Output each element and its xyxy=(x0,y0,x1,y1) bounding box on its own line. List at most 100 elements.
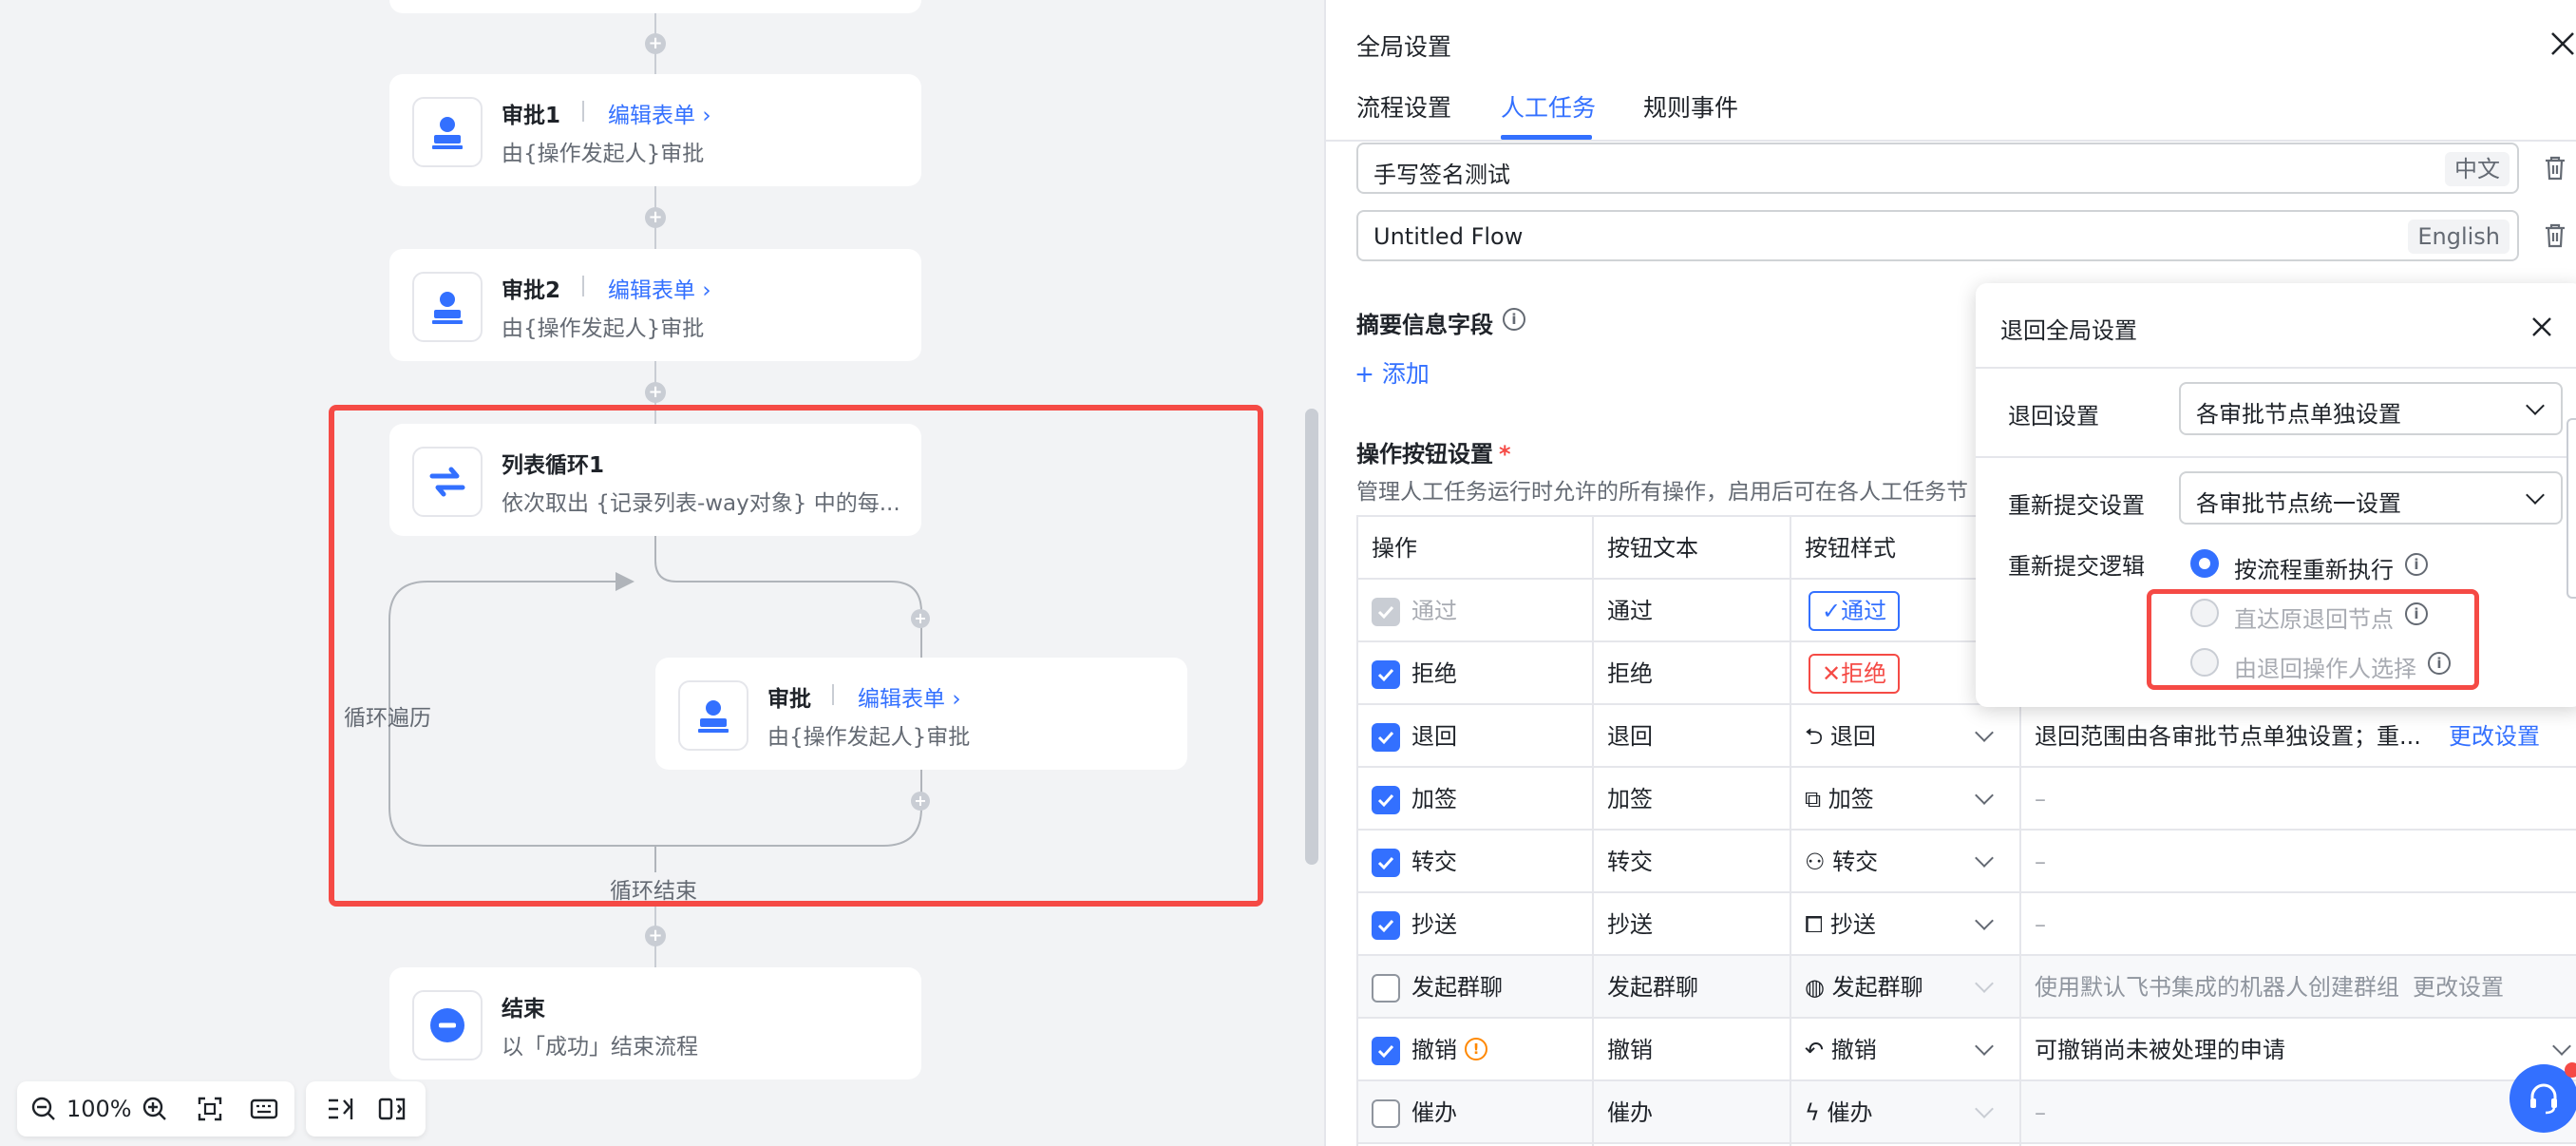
copy-icon: ⧠ xyxy=(1805,911,1824,938)
table-row: 退回 退回 ⮌ 退回 退回范围由各审批节点单独设置；重... 更改设置 xyxy=(1356,705,2576,768)
popover-scrollbar[interactable] xyxy=(2567,418,2576,599)
add-node-icon[interactable]: + xyxy=(645,382,666,403)
divider xyxy=(582,276,584,296)
change-settings-link[interactable]: 更改设置 xyxy=(2449,705,2540,768)
style-reject-tag[interactable]: ✕拒绝 xyxy=(1809,654,1901,694)
lightning-icon: ϟ xyxy=(1805,1099,1820,1126)
btn-text: 发起群聊 xyxy=(1607,974,1698,1001)
node-title: 结束 xyxy=(502,997,545,1022)
node-approval-2[interactable]: 审批2 编辑表单 › 由{操作发起人}审批 xyxy=(389,249,921,361)
tab-human-tasks[interactable]: 人工任务 xyxy=(1501,89,1596,124)
return-setting-select[interactable]: 各审批节点单独设置 xyxy=(2179,382,2563,435)
checkbox xyxy=(1372,598,1400,626)
tabs-divider xyxy=(1326,140,2576,142)
popover-divider xyxy=(1976,367,2576,369)
return-icon: ⮌ xyxy=(1805,723,1824,750)
info-icon[interactable]: i xyxy=(2405,553,2428,576)
zoom-toolbar: 100% xyxy=(17,1081,294,1136)
table-border xyxy=(1356,515,1358,1146)
checkbox[interactable] xyxy=(1372,1099,1400,1128)
node-card-partial[interactable] xyxy=(389,0,921,13)
header-op: 操作 xyxy=(1372,535,1417,562)
op-desc: 使用默认飞书集成的机器人创建群组 xyxy=(2035,974,2399,1001)
popover-title: 退回全局设置 xyxy=(2000,317,2137,344)
transfer-icon: ⚇ xyxy=(1805,849,1826,875)
table-col-line xyxy=(1790,515,1791,1146)
header-text: 按钮文本 xyxy=(1607,535,1698,562)
op-label: 发起群聊 xyxy=(1411,974,1503,1001)
op-label: 拒绝 xyxy=(1411,660,1457,687)
approver-icon xyxy=(412,97,483,167)
minimap-icon[interactable] xyxy=(250,1098,278,1120)
btn-text: 催办 xyxy=(1607,1099,1653,1126)
btn-text: 退回 xyxy=(1607,723,1653,750)
btn-text: 抄送 xyxy=(1607,911,1653,938)
table-row: 发起群聊 发起群聊 ◍ 发起群聊 使用默认飞书集成的机器人创建群组 更改设置 xyxy=(1356,956,2576,1019)
info-icon[interactable]: i xyxy=(1503,308,1525,331)
name-input-zh[interactable]: 手写签名测试 中文 xyxy=(1356,143,2519,194)
tab-process-settings[interactable]: 流程设置 xyxy=(1356,89,1451,124)
panel-title: 全局设置 xyxy=(1356,33,1452,61)
end-icon xyxy=(412,990,483,1060)
node-title: 审批2 xyxy=(502,278,561,303)
zoom-out-icon[interactable] xyxy=(30,1096,57,1122)
canvas-scrollbar[interactable] xyxy=(1305,409,1318,865)
trash-icon[interactable] xyxy=(2544,223,2567,248)
warning-icon[interactable]: ! xyxy=(1465,1038,1487,1060)
style-pass-tag[interactable]: ✓通过 xyxy=(1809,591,1901,631)
checkbox[interactable] xyxy=(1372,974,1400,1003)
header-style: 按钮样式 xyxy=(1805,535,1896,562)
help-button[interactable] xyxy=(2510,1062,2576,1133)
node-end[interactable]: 结束 以「成功」结束流程 xyxy=(389,967,921,1079)
zoom-in-icon[interactable] xyxy=(142,1096,168,1122)
ops-title: 操作按钮设置 * xyxy=(1356,441,1511,468)
checkbox[interactable] xyxy=(1372,849,1400,877)
name-input-en[interactable]: Untitled Flow English xyxy=(1356,210,2519,261)
close-icon[interactable] xyxy=(2549,30,2576,57)
add-button[interactable]: + 添加 xyxy=(1354,355,1430,390)
approver-icon xyxy=(412,272,483,342)
op-label: 退回 xyxy=(1411,723,1457,750)
change-settings-link[interactable]: 更改设置 xyxy=(2413,956,2504,1019)
tab-rule-events[interactable]: 规则事件 xyxy=(1643,89,1738,124)
add-node-icon[interactable]: + xyxy=(645,207,666,228)
option-label: 按流程重新执行 xyxy=(2234,557,2394,583)
btn-text: 转交 xyxy=(1607,849,1653,875)
lang-tag: English xyxy=(2408,220,2510,254)
zoom-level[interactable]: 100% xyxy=(66,1096,132,1122)
table-row: 抄送 抄送 ⧠ 抄送 – xyxy=(1356,893,2576,956)
add-node-icon[interactable]: + xyxy=(645,33,666,54)
checkbox[interactable] xyxy=(1372,723,1400,752)
op-label: 抄送 xyxy=(1411,911,1457,938)
edit-form-link[interactable]: 编辑表单 › xyxy=(608,272,711,304)
layout-icon[interactable] xyxy=(378,1097,407,1121)
close-icon[interactable] xyxy=(2530,315,2553,338)
node-desc: 由{操作发起人}审批 xyxy=(502,142,705,166)
radio-rerun-selected[interactable] xyxy=(2190,549,2219,578)
add-node-icon[interactable]: + xyxy=(645,926,666,946)
return-settings-popover: 退回全局设置 退回设置 各审批节点单独设置 重新提交设置 各审批节点统一设置 重… xyxy=(1976,283,2576,707)
resubmit-setting-select[interactable]: 各审批节点统一设置 xyxy=(2179,471,2563,525)
op-label: 撤销 xyxy=(1411,1037,1457,1063)
node-desc: 由{操作发起人}审批 xyxy=(502,316,705,341)
node-approval-1[interactable]: 审批1 编辑表单 › 由{操作发起人}审批 xyxy=(389,74,921,186)
checkbox[interactable] xyxy=(1372,786,1400,814)
checkbox[interactable] xyxy=(1372,660,1400,689)
node-desc: 以「成功」结束流程 xyxy=(502,1035,698,1060)
op-desc: – xyxy=(2035,786,2046,812)
fit-screen-icon[interactable] xyxy=(197,1096,223,1122)
op-desc: 退回范围由各审批节点单独设置；重... xyxy=(2035,723,2421,750)
checkbox[interactable] xyxy=(1372,1037,1400,1065)
popover-divider xyxy=(1976,456,2576,458)
btn-text: 加签 xyxy=(1607,786,1653,812)
edit-form-link[interactable]: 编辑表单 › xyxy=(608,97,711,129)
flow-canvas[interactable]: + + + + 审批1 编辑表单 › 由{操作发起人}审批 审批2 编辑表单 ›… xyxy=(0,0,1324,1146)
op-label: 转交 xyxy=(1411,849,1457,875)
return-setting-label: 退回设置 xyxy=(2008,403,2099,430)
chevron-down-icon[interactable] xyxy=(2552,1037,2571,1056)
plus-icon: + xyxy=(1354,360,1374,388)
checkbox[interactable] xyxy=(1372,911,1400,940)
trash-icon[interactable] xyxy=(2544,156,2567,181)
op-desc: – xyxy=(2035,1099,2046,1126)
align-icon[interactable] xyxy=(327,1097,355,1121)
